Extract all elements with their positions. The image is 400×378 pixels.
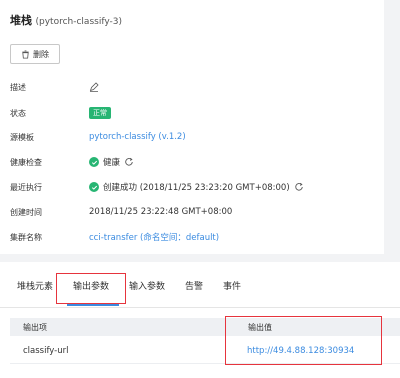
refresh-icon[interactable] bbox=[124, 157, 134, 167]
status-label: 状态 bbox=[10, 108, 26, 118]
source-template-label: 源模板 bbox=[10, 132, 34, 142]
success-check-icon bbox=[89, 157, 99, 167]
status-badge: 正常 bbox=[89, 107, 111, 119]
tab-stack-resources[interactable]: 堆栈元素 bbox=[17, 279, 53, 292]
tab-highlight-box bbox=[56, 273, 126, 304]
output-key-cell: classify-url bbox=[23, 346, 69, 356]
tab-events[interactable]: 事件 bbox=[223, 279, 241, 292]
success-check-icon bbox=[89, 182, 99, 192]
delete-button-label: 删除 bbox=[33, 49, 49, 59]
page-title: 堆栈 (pytorch-classify-3) bbox=[10, 12, 122, 28]
last-execution-label: 最近执行 bbox=[10, 182, 42, 192]
source-template-row: 源模板 pytorch-classify (v.1.2) bbox=[10, 130, 380, 144]
tab-alarms[interactable]: 告警 bbox=[185, 279, 203, 292]
tab-input-parameters[interactable]: 输入参数 bbox=[129, 279, 165, 292]
health-check-label: 健康检查 bbox=[10, 157, 42, 167]
output-value-highlight-box bbox=[225, 316, 382, 365]
last-execution-row: 最近执行 创建成功 (2018/11/25 23:23:20 GMT+08:00… bbox=[10, 180, 380, 194]
last-execution-value: 创建成功 (2018/11/25 23:23:20 GMT+08:00) bbox=[103, 183, 290, 193]
created-at-label: 创建时间 bbox=[10, 207, 42, 217]
source-template-link[interactable]: pytorch-classify (v.1.2) bbox=[89, 132, 186, 142]
trash-icon bbox=[22, 49, 29, 59]
delete-button[interactable]: 删除 bbox=[10, 44, 60, 64]
description-label: 描述 bbox=[10, 82, 26, 92]
refresh-icon[interactable] bbox=[294, 182, 304, 192]
health-check-value: 健康 bbox=[103, 158, 121, 168]
active-tab-indicator bbox=[67, 304, 119, 306]
cluster-row: 集群名称 cci-transfer (命名空间：default) bbox=[10, 230, 380, 244]
created-at-value: 2018/11/25 23:22:48 GMT+08:00 bbox=[89, 207, 233, 217]
created-at-row: 创建时间 2018/11/25 23:22:48 GMT+08:00 bbox=[10, 205, 380, 219]
edit-icon[interactable] bbox=[89, 82, 99, 92]
page-title-subtitle: (pytorch-classify-3) bbox=[35, 17, 123, 27]
cluster-link[interactable]: cci-transfer (命名空间：default) bbox=[89, 231, 219, 243]
cluster-label: 集群名称 bbox=[10, 232, 42, 242]
status-row: 状态 正常 bbox=[10, 106, 380, 120]
health-check-row: 健康检查 健康 bbox=[10, 155, 380, 169]
page-title-main: 堆栈 bbox=[10, 14, 32, 27]
column-header-output-key: 输出项 bbox=[23, 323, 47, 332]
description-row: 描述 bbox=[10, 80, 380, 94]
